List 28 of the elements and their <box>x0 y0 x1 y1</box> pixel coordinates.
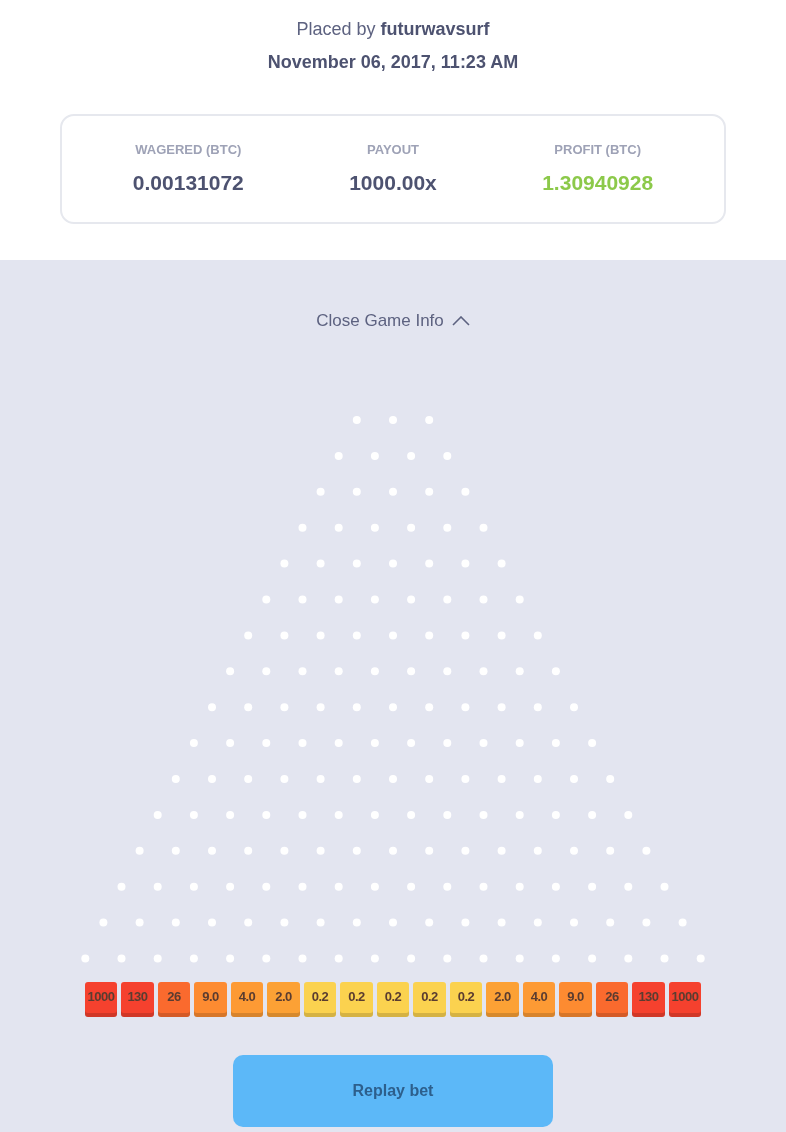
multiplier-bucket: 0.2 <box>449 981 483 1017</box>
close-game-info-toggle[interactable]: Close Game Info <box>316 308 470 334</box>
multiplier-bucket: 130 <box>121 981 154 1017</box>
multiplier-bucket: 2.0 <box>486 981 519 1017</box>
multiplier-bucket: 0.2 <box>340 981 373 1017</box>
multiplier-bucket: 130 <box>632 981 665 1017</box>
multiplier-bucket: 0.2 <box>413 981 446 1017</box>
stat-value: 1.30940928 <box>542 170 654 196</box>
multiplier-bucket: 9.0 <box>194 981 227 1017</box>
multiplier-bucket: 4.0 <box>230 981 264 1017</box>
multiplier-bucket: 26 <box>157 981 191 1017</box>
bet-date: November 06, 2017, 11:23 AM <box>267 51 519 74</box>
multiplier-bucket: 2.0 <box>267 981 300 1017</box>
stat-label: WAGERED (BTC) <box>135 140 242 159</box>
multiplier-bucket: 0.2 <box>303 981 337 1017</box>
replay-bet-button[interactable]: Replay bet <box>233 1054 553 1127</box>
multiplier-bucket: 1000 <box>84 981 118 1017</box>
chevron-up-icon <box>451 315 470 326</box>
multiplier-bucket: 26 <box>595 981 629 1017</box>
multiplier-bucket: 4.0 <box>522 981 556 1017</box>
placed-by-text: Placed by futurwavsurf <box>296 18 490 41</box>
multiplier-bucket: 0.2 <box>376 981 410 1017</box>
stat-label: PAYOUT <box>367 140 419 159</box>
stat-value: 0.00131072 <box>132 170 244 196</box>
multiplier-bucket: 9.0 <box>559 981 592 1017</box>
multiplier-bucket: 1000 <box>668 981 702 1017</box>
stat-label: PROFIT (BTC) <box>554 140 641 159</box>
stat-value: 1000.00x <box>349 170 437 196</box>
